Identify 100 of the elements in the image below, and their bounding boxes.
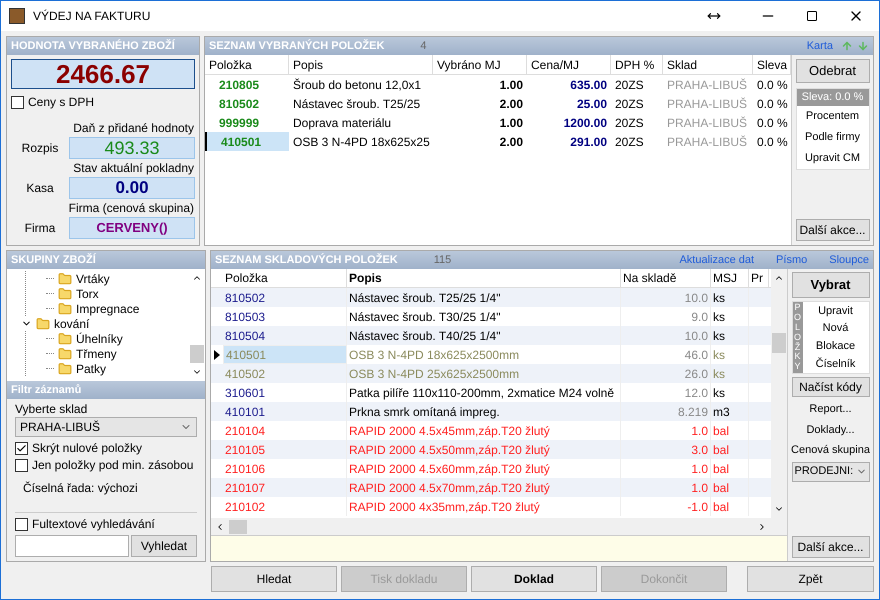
table-cell: bal xyxy=(711,497,749,516)
column-header[interactable]: Sklad xyxy=(663,55,753,74)
table-cell-text: 20ZS xyxy=(614,134,645,150)
value-field: CERVENY() xyxy=(69,217,195,239)
table-cell: 210102 xyxy=(223,497,347,516)
panel-title: SEZNAM SKLADOVÝCH POLOŽEK xyxy=(215,252,398,268)
table-cell: -1.0 xyxy=(621,497,711,516)
column-header[interactable]: Sleva xyxy=(753,55,791,74)
action-link[interactable]: Podle firmy xyxy=(804,126,860,148)
tree-item[interactable]: Úhelníky xyxy=(76,330,123,348)
warehouse-dropdown[interactable]: PRAHA-LIBUŠ xyxy=(15,417,197,437)
table-cell-text: 2.00 xyxy=(498,134,524,150)
checkbox[interactable] xyxy=(15,518,28,531)
table-cell-text: 0.0 % xyxy=(756,96,789,112)
table-cell-text: Nástavec šroub. T25/25 xyxy=(292,96,422,112)
action-link[interactable]: Doklady... xyxy=(806,421,855,440)
checkbox[interactable] xyxy=(11,96,24,108)
table-cell-text: 0.0 % xyxy=(756,134,789,150)
panel-title: SKUPINY ZBOŽÍ xyxy=(11,252,96,268)
field-label: Rozpis xyxy=(20,140,60,157)
field-label: Kasa xyxy=(25,180,55,197)
folder-icon xyxy=(36,316,50,330)
item-count: 115 xyxy=(434,252,452,268)
price-group-dropdown[interactable]: PRODEJNI: xyxy=(792,462,870,482)
vertical-label: POLOŽKY xyxy=(792,302,802,374)
column-header[interactable]: Popis xyxy=(347,269,621,287)
action-link[interactable]: Číselník xyxy=(816,356,856,373)
table-cell: 410501 xyxy=(205,132,289,151)
table-cell-text: PRAHA-LIBUŠ xyxy=(666,76,748,94)
total-display: 2466.67 xyxy=(11,59,195,89)
scrollbar-thumb[interactable] xyxy=(229,520,247,534)
column-header[interactable]: Na skladě xyxy=(621,269,711,287)
action-link[interactable]: Report... xyxy=(809,400,852,418)
panel-title: Filtr záznamů xyxy=(11,382,82,398)
checkbox-label: Ceny s DPH xyxy=(28,94,94,111)
table-cell-text: OSB 3 N-4PD 18x625x25 xyxy=(292,134,431,150)
column-header[interactable]: Položka xyxy=(205,55,289,74)
table-cell-text: 810502 xyxy=(218,96,260,112)
table-cell-text: Šroub do betonu 12,0x1 xyxy=(292,76,422,94)
search-button[interactable]: Vyhledat xyxy=(131,535,197,557)
load-codes-button[interactable]: Načíst kódy xyxy=(792,377,870,398)
tree-item[interactable]: Patky xyxy=(76,360,106,378)
more-actions-button[interactable]: Další akce... xyxy=(796,219,870,241)
column-header[interactable]: DPH % xyxy=(611,55,663,74)
table-cell-text: 999999 xyxy=(218,114,260,132)
folder-icon xyxy=(58,332,72,346)
tree-item[interactable]: Třmeny xyxy=(76,344,117,362)
folder-icon xyxy=(58,362,72,376)
column-header[interactable]: Vybráno MJ xyxy=(433,55,527,74)
app-icon xyxy=(9,8,25,24)
table-cell-text: 291.00 xyxy=(569,134,608,150)
scrollbar-thumb[interactable] xyxy=(190,345,204,363)
table-cell-text: 1200.00 xyxy=(562,114,608,132)
table-cell-text: 2.00 xyxy=(498,96,524,112)
checkbox[interactable] xyxy=(15,442,28,455)
action-link[interactable]: Upravit CM xyxy=(804,148,860,168)
table-cell-text: 25.00 xyxy=(576,96,608,112)
more-actions-button[interactable]: Další akce... xyxy=(792,536,870,558)
maximize-icon[interactable] xyxy=(806,10,818,22)
field-caption: Firma (cenová skupina) xyxy=(68,200,195,217)
table-cell-text: 20ZS xyxy=(614,114,645,132)
table-cell-text: 20ZS xyxy=(614,96,645,112)
table-cell-text: 635.00 xyxy=(569,76,608,94)
footer-button[interactable]: Doklad xyxy=(471,566,597,592)
checkbox[interactable] xyxy=(15,459,28,472)
action-link[interactable]: Upravit xyxy=(818,302,853,320)
table-cell-text: 20ZS xyxy=(614,76,645,94)
folder-icon xyxy=(58,272,72,286)
value-field: 493.33 xyxy=(69,137,195,159)
select-button[interactable]: Vybrat xyxy=(792,272,870,298)
column-header[interactable]: Cena/MJ xyxy=(527,55,611,74)
discount-label: Sleva: 0.0 % xyxy=(796,89,868,106)
action-link[interactable]: Procentem xyxy=(806,106,860,126)
tree-item[interactable]: Impregnace xyxy=(76,300,140,318)
field-caption: Stav aktuální pokladny xyxy=(73,160,195,177)
column-header[interactable]: Položka xyxy=(223,269,347,287)
table-cell-text: 0.0 % xyxy=(756,114,789,132)
action-link[interactable]: Nová xyxy=(822,320,848,337)
field-label: Vyberte sklad xyxy=(15,402,88,417)
footer-button[interactable]: Zpět xyxy=(747,566,874,592)
panel-title: SEZNAM VYBRANÝCH POLOŽEK xyxy=(209,38,384,54)
column-header[interactable]: Popis xyxy=(289,55,433,74)
column-header[interactable]: Pr xyxy=(749,269,769,287)
checkbox-label: Skrýt nulové položky xyxy=(32,441,142,456)
folder-icon xyxy=(58,302,72,316)
action-link[interactable]: Blokace xyxy=(816,338,856,355)
field-label: Cenová skupina xyxy=(791,443,870,458)
checkbox-label: Jen položky pod min. zásobou xyxy=(32,458,194,473)
tree-item[interactable]: kování xyxy=(54,314,90,332)
column-header[interactable]: MSJ xyxy=(711,269,749,287)
remove-button[interactable]: Odebrat xyxy=(796,59,870,83)
footer-button[interactable]: Hledat xyxy=(211,566,337,592)
scrollbar-thumb[interactable] xyxy=(772,333,786,353)
tree-item[interactable]: Vrtáky xyxy=(76,270,110,288)
tree-item[interactable]: Torx xyxy=(76,284,99,302)
item-count: 4 xyxy=(420,38,427,54)
search-field[interactable] xyxy=(15,535,129,557)
table-cell-text: Doprava materiálu xyxy=(292,114,392,132)
folder-icon xyxy=(58,286,72,300)
table-cell-text: 1.00 xyxy=(498,114,524,132)
